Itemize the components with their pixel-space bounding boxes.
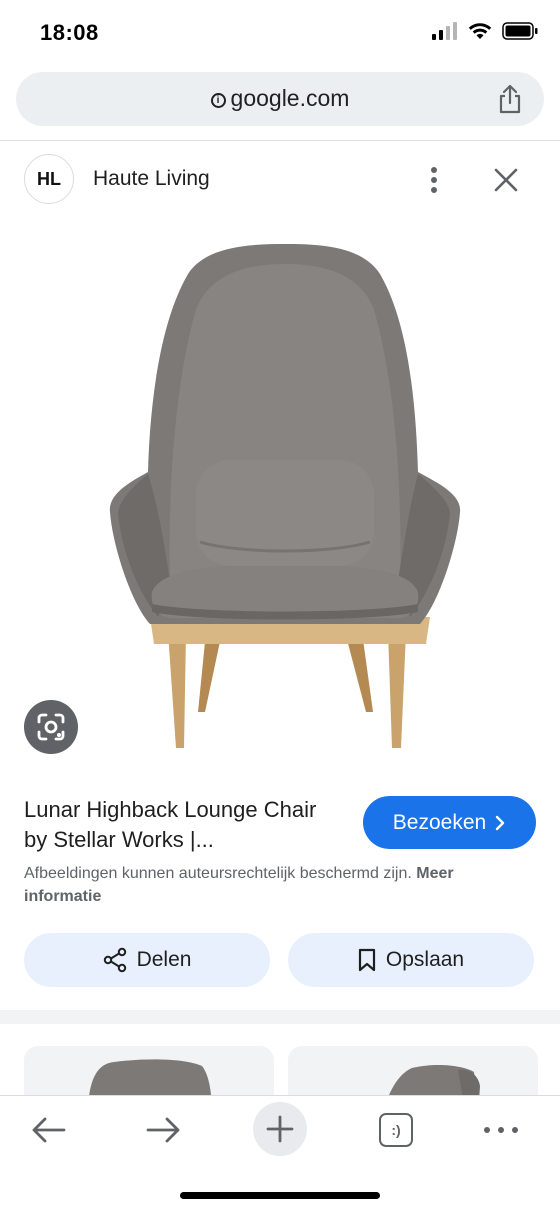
overflow-menu-button[interactable] <box>481 1108 521 1152</box>
share-button[interactable]: Delen <box>24 933 270 987</box>
arrow-forward-icon <box>146 1117 180 1143</box>
save-button[interactable]: Opslaan <box>288 933 534 987</box>
result-title[interactable]: Lunar Highback Lounge Chair by Stellar W… <box>24 795 344 855</box>
url-display[interactable]: i google.com <box>16 85 544 112</box>
copyright-notice: Afbeeldingen kunnen auteursrechtelijk be… <box>24 862 524 908</box>
more-horizontal-icon <box>484 1127 518 1133</box>
arrow-back-icon <box>32 1117 66 1143</box>
back-button[interactable] <box>24 1108 72 1152</box>
forward-button[interactable] <box>140 1108 188 1152</box>
visit-label: Bezoeken <box>392 810 487 834</box>
plus-icon <box>266 1115 294 1143</box>
status-icons <box>432 22 538 40</box>
source-avatar[interactable]: HL <box>24 154 74 204</box>
address-bar[interactable]: i google.com <box>16 72 544 126</box>
tabs-button[interactable]: :) <box>376 1108 416 1152</box>
share-label: Delen <box>136 948 192 971</box>
share-icon[interactable] <box>496 84 524 114</box>
divider <box>0 140 560 141</box>
home-indicator[interactable] <box>180 1192 380 1199</box>
chevron-right-icon <box>496 815 505 830</box>
bookmark-icon <box>358 948 375 972</box>
lens-icon <box>37 713 65 741</box>
copyright-text: Afbeeldingen kunnen auteursrechtelijk be… <box>24 865 412 882</box>
tabs-icon: :) <box>379 1113 413 1147</box>
more-vertical-icon[interactable] <box>424 166 444 194</box>
source-header: HL Haute Living <box>0 150 560 212</box>
visit-button[interactable]: Bezoeken <box>363 796 536 849</box>
result-image[interactable] <box>0 212 560 772</box>
section-separator <box>0 1010 560 1024</box>
battery-icon <box>502 22 538 40</box>
source-name[interactable]: Haute Living <box>93 167 210 191</box>
status-bar: 18:08 <box>0 0 560 66</box>
close-icon[interactable] <box>492 166 520 194</box>
save-label: Opslaan <box>385 948 465 971</box>
status-time: 18:08 <box>40 20 99 45</box>
info-icon[interactable]: i <box>210 93 226 108</box>
share-nodes-icon <box>103 947 126 973</box>
cellular-signal-icon <box>432 22 457 40</box>
chair-image <box>109 244 461 748</box>
new-tab-button[interactable] <box>253 1102 307 1156</box>
lens-button[interactable] <box>24 700 78 754</box>
url-text: google.com <box>230 85 350 111</box>
wifi-icon <box>468 23 492 39</box>
